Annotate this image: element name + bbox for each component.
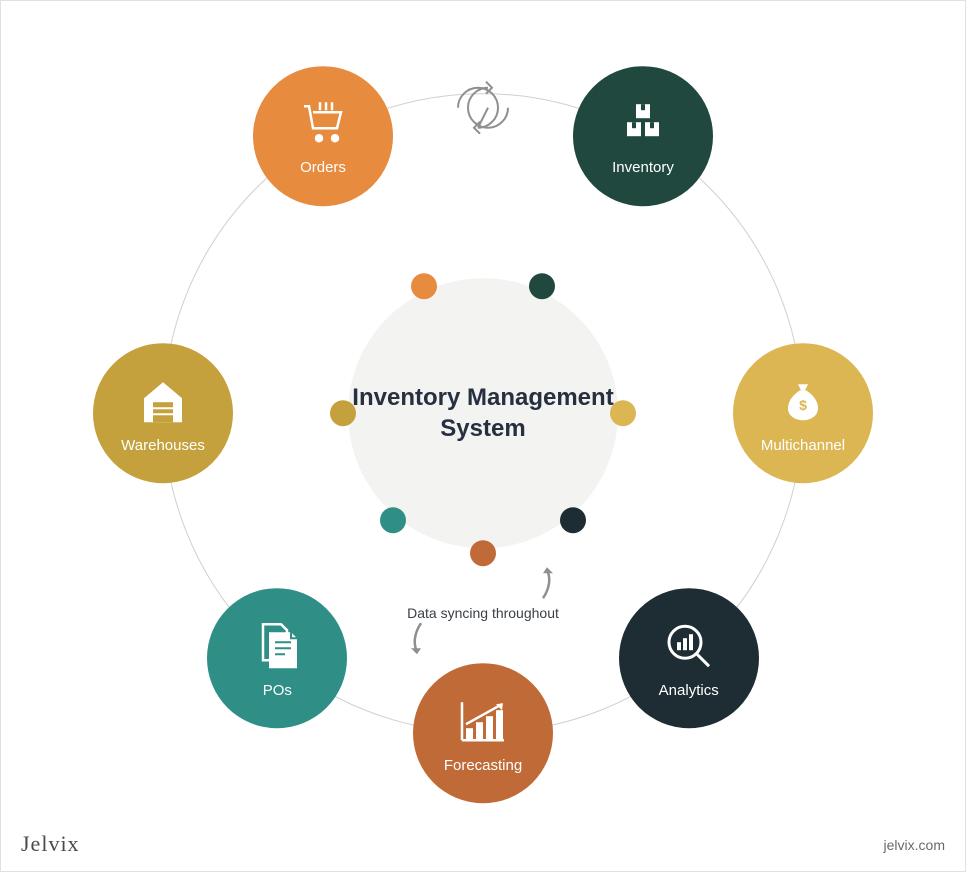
center-title: Inventory Management System (348, 382, 618, 444)
node-label-analytics: Analytics (659, 682, 719, 699)
center-dot-0 (411, 273, 437, 299)
chart-up-icon (455, 693, 511, 749)
center-dot-5 (380, 507, 406, 533)
node-label-forecasting: Forecasting (444, 757, 522, 774)
svg-text:$: $ (799, 397, 807, 413)
node-label-pos: POs (263, 682, 292, 699)
brand-logo: Jelvix (21, 831, 80, 857)
center-dot-6 (330, 400, 356, 426)
cart-icon (295, 96, 351, 152)
analytics-icon (661, 618, 717, 674)
node-analytics: Analytics (619, 588, 759, 728)
node-inventory: Inventory (573, 66, 713, 206)
moneybag-icon: $ (775, 373, 831, 429)
node-forecasting: Forecasting (413, 663, 553, 803)
brand-url: jelvix.com (884, 837, 945, 853)
center-dot-3 (560, 507, 586, 533)
node-label-warehouses: Warehouses (121, 437, 205, 454)
sync-arrow-up (533, 563, 563, 608)
center-dot-1 (529, 273, 555, 299)
warehouse-icon (135, 373, 191, 429)
cycle-icon (428, 68, 538, 153)
sync-arrow-down (401, 618, 431, 663)
node-label-multichannel: Multichannel (761, 437, 845, 454)
center-dot-4 (470, 540, 496, 566)
node-pos: POs (207, 588, 347, 728)
node-label-orders: Orders (300, 160, 346, 177)
documents-icon (249, 618, 305, 674)
center-dot-2 (610, 400, 636, 426)
node-label-inventory: Inventory (612, 160, 674, 177)
node-multichannel: $ Multichannel (733, 343, 873, 483)
node-warehouses: Warehouses (93, 343, 233, 483)
diagram-container: Inventory Management System Data syncing… (103, 33, 863, 793)
boxes-icon (615, 96, 671, 152)
node-orders: Orders (253, 66, 393, 206)
